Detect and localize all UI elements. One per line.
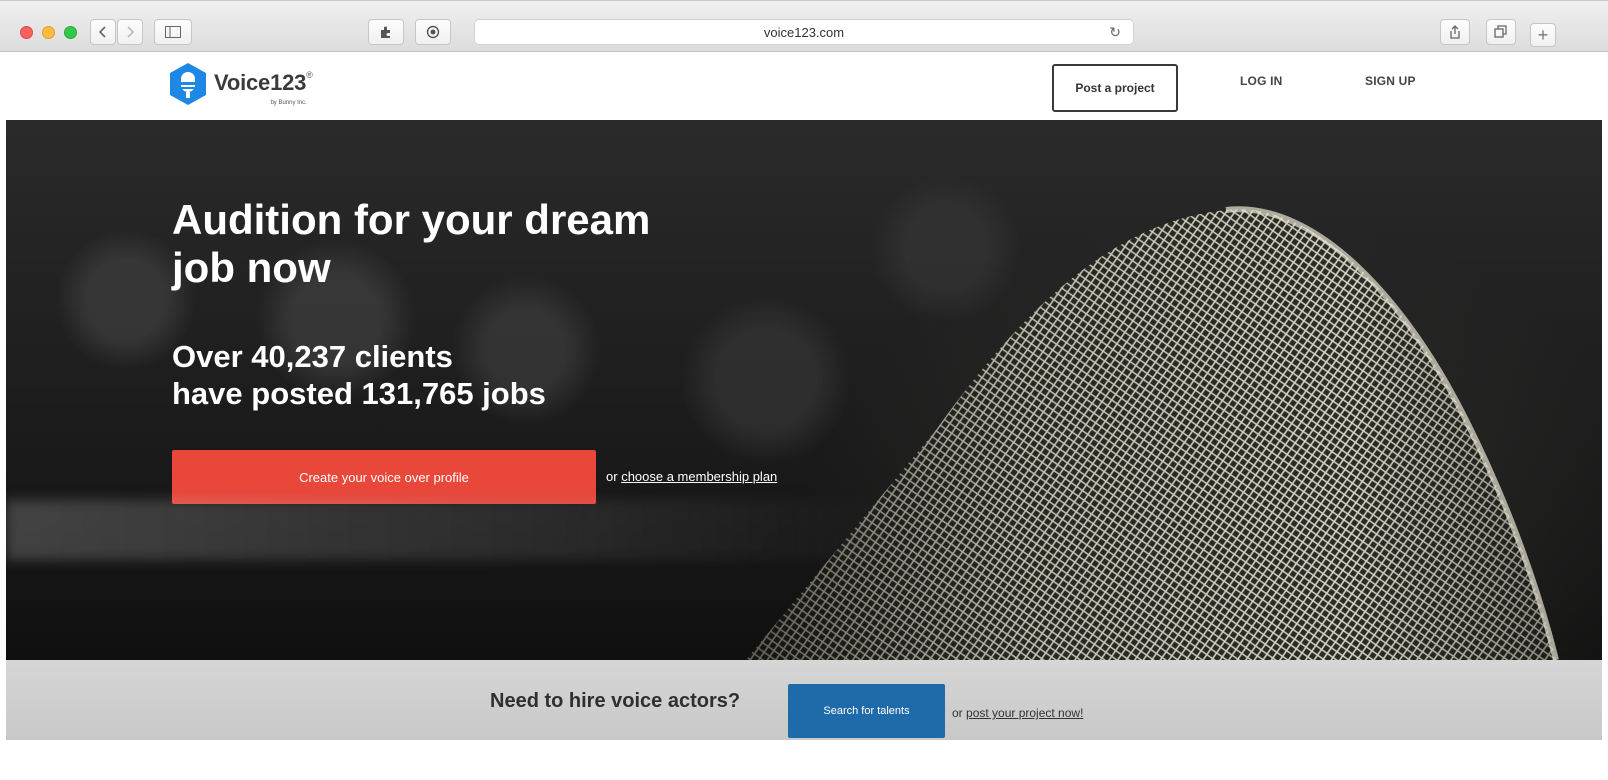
voice123-logo-icon <box>170 63 206 105</box>
tabs-icon <box>1494 25 1507 38</box>
address-bar[interactable]: voice123.com ↻ <box>474 19 1134 45</box>
zoom-window-button[interactable] <box>64 26 77 39</box>
signup-link[interactable]: SIGN UP <box>1365 74 1416 88</box>
url-text: voice123.com <box>763 24 845 40</box>
logo-byline: by Bunny Inc. <box>270 100 307 106</box>
share-button[interactable] <box>1440 19 1470 45</box>
reload-icon[interactable]: ↻ <box>1109 24 1121 41</box>
sidebar-toggle-button[interactable] <box>154 19 192 45</box>
hero-stats: Over 40,237 clients have posted 131,765 … <box>172 338 732 412</box>
site-header: Voice123® by Bunny Inc. Post a project L… <box>0 52 1608 120</box>
share-icon <box>1450 25 1460 39</box>
membership-prefix: or <box>606 469 618 484</box>
membership-plan-text: or choose a membership plan <box>606 469 777 484</box>
close-window-button[interactable] <box>20 26 33 39</box>
membership-plan-link[interactable]: choose a membership plan <box>621 469 777 484</box>
back-button[interactable] <box>90 19 116 45</box>
site-logo[interactable]: Voice123® by Bunny Inc. <box>168 62 313 106</box>
forward-button[interactable] <box>117 19 143 45</box>
hero-headline-line-1: Audition for your dream <box>172 196 651 243</box>
post-project-text: or post your project now! <box>952 706 1083 720</box>
extension-button[interactable] <box>368 19 404 45</box>
globe-icon <box>426 25 440 39</box>
hero-stats-line-1: Over 40,237 clients <box>172 339 453 374</box>
sidebar-icon <box>165 26 181 38</box>
microphone-image <box>746 206 1559 660</box>
tabs-overview-button[interactable] <box>1486 19 1516 45</box>
login-link[interactable]: LOG IN <box>1240 74 1283 88</box>
hire-voice-actors-band: Need to hire voice actors? Search for ta… <box>6 660 1602 740</box>
chevron-right-icon <box>127 26 135 38</box>
post-a-project-button[interactable]: Post a project <box>1052 64 1178 112</box>
privacy-button[interactable] <box>415 19 451 45</box>
chevron-left-icon <box>98 26 106 38</box>
browser-toolbar: voice123.com ↻ + <box>0 0 1608 52</box>
page-bottom <box>0 740 1608 780</box>
logo-wordmark: Voice123 <box>214 70 307 95</box>
new-tab-button[interactable]: + <box>1530 23 1556 47</box>
puzzle-icon <box>381 26 390 38</box>
search-talents-button[interactable]: Search for talents <box>788 684 945 738</box>
post-project-link[interactable]: post your project now! <box>966 706 1083 720</box>
hire-question: Need to hire voice actors? <box>490 690 741 712</box>
create-voice-profile-button[interactable]: Create your voice over profile <box>172 450 596 504</box>
hero-section: Audition for your dream job now Over 40,… <box>6 120 1602 660</box>
minimize-window-button[interactable] <box>42 26 55 39</box>
hero-headline-line-2: job now <box>172 244 331 291</box>
post-project-prefix: or <box>952 706 963 720</box>
hero-headline: Audition for your dream job now <box>172 196 732 292</box>
plus-icon: + <box>1537 24 1549 45</box>
hero-stats-line-2: have posted 131,765 jobs <box>172 376 546 411</box>
registered-mark: ® <box>306 70 313 80</box>
